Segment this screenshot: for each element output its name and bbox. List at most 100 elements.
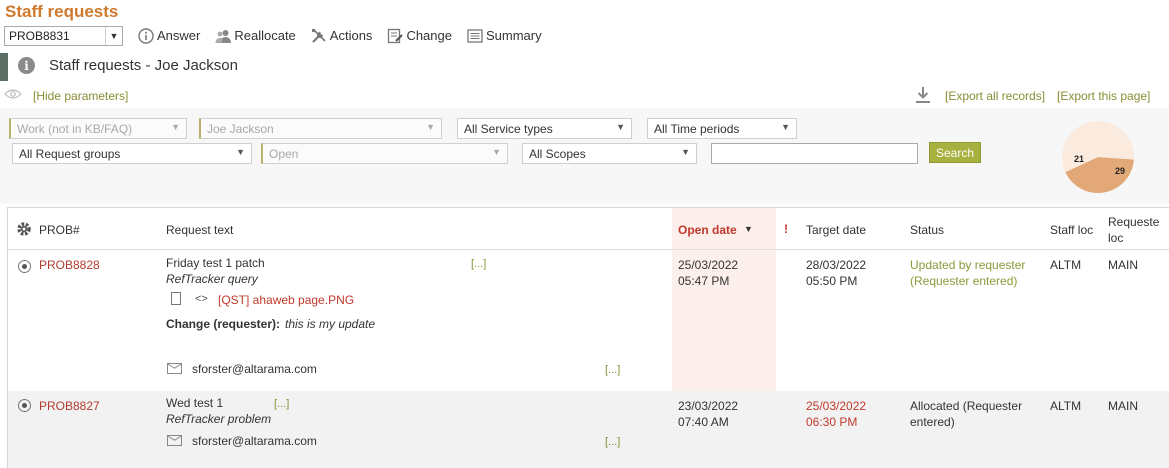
export-this-page-link[interactable]: [Export this page]	[1057, 89, 1150, 103]
filter-panel: Work (not in KB/FAQ) ▼ Joe Jackson ▼ All S…	[0, 108, 1169, 204]
row-select-radio[interactable]	[18, 399, 31, 412]
request-subtitle: RefTracker query	[166, 272, 258, 286]
status-filter-select[interactable]: Open ▼	[261, 143, 508, 164]
change-button[interactable]: Change	[386, 27, 452, 45]
report-title: Staff requests - Joe Jackson	[49, 57, 238, 74]
actions-label: Actions	[329, 28, 373, 43]
time-period-select[interactable]: All Time periods ▼	[647, 118, 797, 139]
column-status[interactable]: Status	[910, 223, 944, 237]
actions-button[interactable]: Actions	[310, 27, 373, 45]
users-icon	[214, 27, 232, 45]
request-group-select[interactable]: All Request groups ▼	[12, 143, 252, 164]
request-title: Wed test 1	[166, 396, 224, 410]
expand-link[interactable]: [...]	[471, 256, 486, 272]
column-requester-loc-line1[interactable]: Requeste	[1108, 215, 1159, 229]
row-select-radio[interactable]	[18, 260, 31, 273]
prob-link[interactable]: PROB8827	[39, 398, 100, 414]
column-request-text[interactable]: Request text	[166, 223, 233, 237]
staff-filter-value: Joe Jackson	[207, 122, 274, 136]
code-icon[interactable]: <>	[195, 291, 208, 307]
status-text-line2: (Requester entered)	[910, 274, 1018, 288]
tools-icon	[310, 27, 328, 45]
hide-parameters-link[interactable]: [Hide parameters]	[33, 89, 128, 103]
sort-desc-icon[interactable]: ▼	[744, 224, 753, 234]
status-text-line2: entered)	[910, 415, 955, 429]
answer-label: Answer	[157, 28, 201, 43]
requester-email[interactable]: sforster@altarama.com	[192, 433, 317, 449]
chevron-down-icon: ▼	[492, 147, 501, 157]
reallocate-button[interactable]: Reallocate	[214, 27, 296, 45]
pie-label-a: 21	[1074, 154, 1084, 164]
search-button[interactable]: Search	[929, 142, 981, 163]
accent-bar	[0, 53, 8, 81]
target-time: 05:50 PM	[806, 274, 858, 288]
scope-value: All Scopes	[529, 147, 586, 161]
status-filter-value: Open	[269, 147, 299, 161]
requests-table: PROB# Request text Open date ▼ ! Target …	[7, 207, 1169, 468]
column-target-date[interactable]: Target date	[806, 223, 866, 237]
prob-link[interactable]: PROB8828	[39, 257, 100, 273]
edit-document-icon	[386, 27, 404, 45]
target-time: 06:30 PM	[806, 415, 858, 429]
change-label: Change	[406, 28, 452, 43]
service-type-select[interactable]: All Service types ▼	[457, 118, 632, 139]
request-subtitle: RefTracker problem	[166, 412, 272, 426]
pie-label-b: 29	[1115, 166, 1125, 176]
expand-link[interactable]: [...]	[274, 396, 289, 412]
scope-select[interactable]: All Scopes ▼	[522, 143, 697, 164]
target-date: 28/03/2022	[806, 258, 867, 272]
export-all-records-link[interactable]: [Export all records]	[945, 89, 1045, 103]
expand-link[interactable]: [...]	[605, 362, 620, 378]
summary-pie-chart[interactable]: 21 29	[1061, 120, 1135, 194]
chevron-down-icon: ▼	[681, 147, 690, 157]
staff-loc: ALTM	[1050, 399, 1082, 413]
toolbar: PROB8831 ▼ Answer Reallocate Actions Cha…	[4, 25, 542, 46]
open-time: 07:40 AM	[678, 415, 729, 429]
requester-email[interactable]: sforster@altarama.com	[192, 361, 317, 377]
column-open-date[interactable]: Open date	[678, 223, 737, 237]
column-priority[interactable]: !	[784, 222, 788, 236]
requester-loc: MAIN	[1108, 399, 1138, 413]
gear-icon[interactable]	[16, 221, 32, 240]
table-header: PROB# Request text Open date ▼ ! Target …	[8, 208, 1169, 250]
params-row: [Hide parameters] [Export all records] […	[0, 86, 1169, 106]
chevron-down-icon: ▼	[236, 147, 245, 157]
staff-loc: ALTM	[1050, 258, 1082, 272]
column-prob[interactable]: PROB#	[39, 223, 80, 237]
expand-link[interactable]: [...]	[605, 434, 620, 450]
summary-label: Summary	[485, 28, 542, 43]
status-text-line1: Updated by requester	[910, 258, 1026, 272]
answer-button[interactable]: Answer	[137, 27, 200, 45]
prob-select[interactable]: PROB8831 ▼	[4, 25, 123, 46]
chevron-down-icon: ▼	[781, 122, 790, 132]
column-staff-loc[interactable]: Staff loc	[1050, 223, 1093, 237]
download-icon[interactable]	[914, 86, 932, 107]
subheader: i Staff requests - Joe Jackson	[0, 53, 1169, 81]
chevron-down-icon[interactable]: ▼	[105, 26, 122, 45]
work-filter-value: Work (not in KB/FAQ)	[17, 122, 133, 136]
summary-button[interactable]: Summary	[466, 27, 542, 45]
mail-icon	[167, 363, 182, 374]
mail-icon	[167, 435, 182, 446]
change-label: Change (requester):	[166, 317, 281, 331]
target-date: 25/03/2022	[806, 399, 867, 413]
chevron-down-icon: ▼	[426, 122, 435, 132]
info-icon[interactable]: i	[18, 57, 35, 74]
staff-filter-select[interactable]: Joe Jackson ▼	[199, 118, 442, 139]
attachment-link[interactable]: [QST] ahaweb page.PNG	[218, 292, 354, 308]
requester-loc: MAIN	[1108, 258, 1138, 272]
work-filter-select[interactable]: Work (not in KB/FAQ) ▼	[9, 118, 187, 139]
open-date: 25/03/2022	[678, 258, 739, 272]
search-input[interactable]	[711, 143, 918, 164]
column-requester-loc-line2[interactable]: loc	[1108, 231, 1123, 245]
status-text-line1: Allocated (Requester	[910, 399, 1023, 413]
request-title: Friday test 1 patch	[166, 256, 265, 270]
open-time: 05:47 PM	[678, 274, 730, 288]
file-icon[interactable]	[171, 292, 181, 305]
info-circle-icon	[137, 27, 155, 45]
service-type-value: All Service types	[464, 122, 553, 136]
chevron-down-icon: ▼	[616, 122, 625, 132]
prob-select-value: PROB8831	[9, 28, 70, 43]
eye-icon[interactable]	[4, 88, 22, 103]
reallocate-label: Reallocate	[234, 28, 296, 43]
